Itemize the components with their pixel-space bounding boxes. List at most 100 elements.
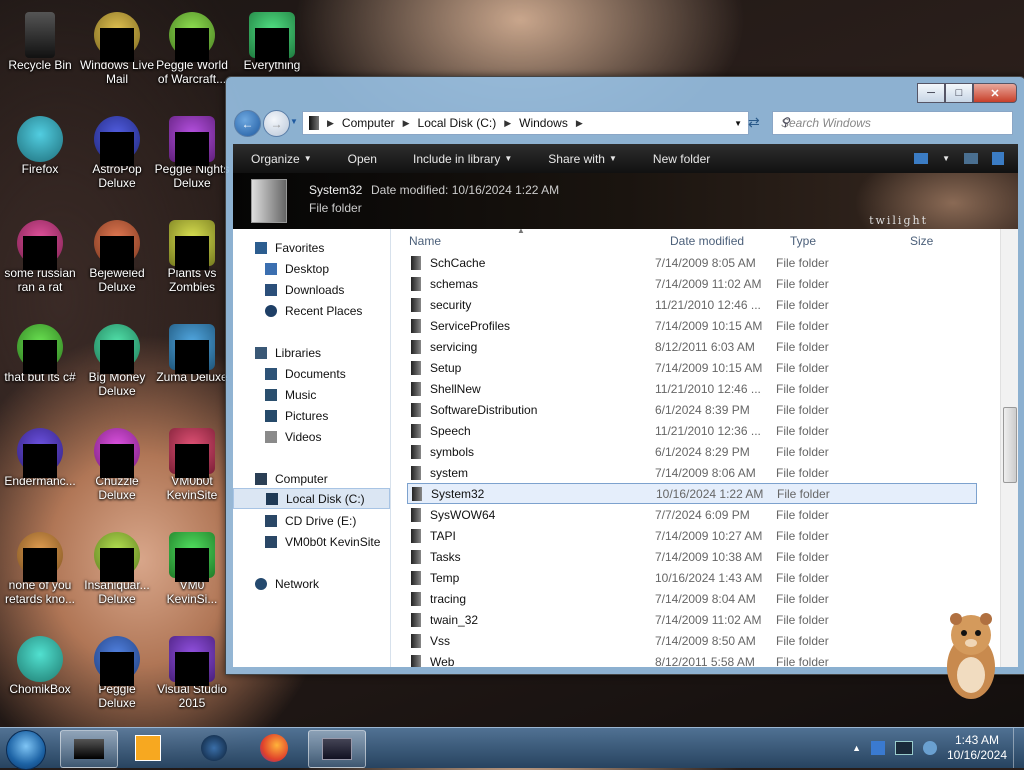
file-row[interactable]: Setup 7/14/2009 10:15 AM File folder <box>407 357 977 378</box>
file-row[interactable]: twain_32 7/14/2009 11:02 AM File folder <box>407 609 977 630</box>
desktop-icon-16[interactable]: none of you retards kno... <box>0 526 80 626</box>
file-row[interactable]: symbols 6/1/2024 8:29 PM File folder <box>407 441 977 462</box>
file-row[interactable]: Speech 11/21/2010 12:36 ... File folder <box>407 420 977 441</box>
bluetooth-icon[interactable] <box>871 741 885 755</box>
preview-pane-icon[interactable] <box>964 153 978 164</box>
file-row[interactable]: schemas 7/14/2009 11:02 AM File folder <box>407 273 977 294</box>
file-row[interactable]: SoftwareDistribution 6/1/2024 8:39 PM File… <box>407 399 977 420</box>
breadcrumb-separator-icon[interactable]: ▶ <box>403 118 410 129</box>
open-button[interactable]: Open <box>330 152 395 166</box>
desktop-icon-17[interactable]: Insaniquar... Deluxe <box>77 526 157 626</box>
scrollbar-thumb[interactable] <box>1003 407 1017 483</box>
show-hidden-icons-icon[interactable]: ▲ <box>852 743 861 753</box>
desktop-icon-19[interactable]: ChomikBox <box>0 630 80 730</box>
breadcrumb-local-disk[interactable]: Local Disk (C:) <box>418 116 497 130</box>
close-button[interactable]: ✕ <box>973 83 1017 103</box>
file-row[interactable]: SysWOW64 7/7/2024 6:09 PM File folder <box>407 504 977 525</box>
column-name[interactable]: Name <box>409 234 441 248</box>
share-with-button[interactable]: Share with ▼ <box>530 152 635 166</box>
search-icon[interactable]: ⚲ <box>781 115 1006 129</box>
vertical-scrollbar[interactable] <box>1000 229 1018 667</box>
include-in-library-button[interactable]: Include in library ▼ <box>395 152 530 166</box>
breadcrumb-separator-icon[interactable]: ▶ <box>327 118 334 129</box>
chevron-down-icon[interactable]: ▼ <box>942 154 950 163</box>
file-row[interactable]: Web 8/12/2011 5:58 AM File folder <box>407 651 977 667</box>
taskbar-globe-button[interactable] <box>186 730 242 766</box>
show-desktop-button[interactable] <box>1013 728 1024 768</box>
desktop-icon-10[interactable]: that but its c# <box>0 318 80 418</box>
desktop-icon-9[interactable]: Plants vs Zombies <box>152 214 232 314</box>
file-row[interactable]: TAPI 7/14/2009 10:27 AM File folder <box>407 525 977 546</box>
column-type[interactable]: Type <box>790 234 816 248</box>
help-icon[interactable] <box>992 152 1004 165</box>
desktop-icon-4[interactable]: Firefox <box>0 110 80 210</box>
recent-pages-dropdown[interactable]: ▼ <box>290 117 298 126</box>
file-row[interactable]: tracing 7/14/2009 8:04 AM File folder <box>407 588 977 609</box>
view-options-icon[interactable] <box>914 153 929 164</box>
desktop-icon-1[interactable]: Windows Live Mail <box>77 6 157 106</box>
file-row[interactable]: SchCache 7/14/2009 8:05 AM File folder <box>407 252 977 273</box>
file-row[interactable]: security 11/21/2010 12:46 ... File folder <box>407 294 977 315</box>
file-row[interactable]: Vss 7/14/2009 8:50 AM File folder <box>407 630 977 651</box>
search-input[interactable]: Search Windows ⚲ <box>772 111 1013 135</box>
breadcrumb-separator-icon[interactable]: ▶ <box>576 118 583 129</box>
breadcrumb-separator-icon[interactable]: ▶ <box>504 118 511 129</box>
file-row[interactable]: system 7/14/2009 8:06 AM File folder <box>407 462 977 483</box>
desktop-icon-12[interactable]: Zuma Deluxe <box>152 318 232 418</box>
nav-favorites[interactable]: Favorites <box>255 237 412 258</box>
desktop-icon-21[interactable]: Visual Studio 2015 <box>152 630 232 730</box>
address-dropdown-icon[interactable]: ▼ <box>734 119 742 128</box>
file-row[interactable]: Tasks 7/14/2009 10:38 AM File folder <box>407 546 977 567</box>
new-folder-button[interactable]: New folder <box>635 152 728 166</box>
file-name: SchCache <box>430 255 486 270</box>
taskbar-firefox-button[interactable] <box>246 730 302 766</box>
column-size[interactable]: Size <box>910 234 933 248</box>
breadcrumb-windows[interactable]: Windows <box>519 116 568 130</box>
desktop-icon-2[interactable]: Peggle World of Warcraft... <box>152 6 232 106</box>
desktop-icon-20[interactable]: Peggle Deluxe <box>77 630 157 730</box>
start-button[interactable] <box>6 730 46 770</box>
desktop-icon-11[interactable]: Big Money Deluxe <box>77 318 157 418</box>
file-row[interactable]: ServiceProfiles 7/14/2009 10:15 AM File fo… <box>407 315 977 336</box>
network-tray-icon[interactable] <box>895 741 913 755</box>
desktop-icon-15[interactable]: VM0b0t KevinSite <box>152 422 232 522</box>
hamster-gadget[interactable] <box>938 605 1004 705</box>
desktop-icon-label: Insaniquar... Deluxe <box>84 578 150 606</box>
file-row[interactable]: Temp 10/16/2024 1:43 AM File folder <box>407 567 977 588</box>
taskbar-window-button[interactable] <box>308 730 366 768</box>
volume-icon[interactable] <box>923 741 937 755</box>
file-row[interactable]: ShellNew 11/21/2010 12:46 ... File folder <box>407 378 977 399</box>
desktop-icon-0[interactable]: Recycle Bin <box>0 6 80 106</box>
desktop-icon-13[interactable]: Endermanc... <box>0 422 80 522</box>
organize-button[interactable]: Organize ▼ <box>233 152 330 166</box>
redaction-block <box>100 444 134 478</box>
nav-libraries[interactable]: Libraries <box>255 342 412 363</box>
nav-network[interactable]: Network <box>255 573 412 594</box>
breadcrumb-computer[interactable]: Computer <box>342 116 395 130</box>
desktop-icon-14[interactable]: Chuzzle Deluxe <box>77 422 157 522</box>
back-button[interactable]: ← <box>234 110 261 137</box>
desktop-icon-8[interactable]: Bejeweled Deluxe <box>77 214 157 314</box>
clock[interactable]: 1:43 AM 10/16/2024 <box>941 733 1013 763</box>
firefox-icon <box>260 734 288 762</box>
taskbar-media-player-button[interactable] <box>120 730 176 766</box>
taskbar-explorer-button[interactable] <box>60 730 118 768</box>
network-icon <box>255 577 267 590</box>
refresh-icon[interactable]: ⇄ <box>748 114 760 131</box>
maximize-button[interactable]: □ <box>945 83 973 103</box>
file-row[interactable]: System32 10/16/2024 1:22 AM File folder <box>407 483 977 504</box>
desktop-icon-5[interactable]: AstroPop Deluxe <box>77 110 157 210</box>
column-date-modified[interactable]: Date modified <box>670 234 744 248</box>
nav-local-disk[interactable]: Local Disk (C:) <box>233 488 390 509</box>
minimize-button[interactable]: ─ <box>917 83 945 103</box>
desktop-icon-18[interactable]: VM0 KevinSi... <box>152 526 232 626</box>
desktop-icon-7[interactable]: some russian ran a rat <box>0 214 80 314</box>
file-row[interactable]: servicing 8/12/2011 6:03 AM File folder <box>407 336 977 357</box>
desktop-icon-label: none of you retards kno... <box>4 578 76 606</box>
details-modified: Date modified: 10/16/2024 1:22 AM <box>371 183 559 197</box>
file-name: servicing <box>430 339 478 354</box>
desktop-icon-6[interactable]: Peggle Nights Deluxe <box>152 110 232 210</box>
nav-computer[interactable]: Computer <box>255 468 412 489</box>
forward-button[interactable]: → <box>263 110 290 137</box>
breadcrumb[interactable]: ▶ Computer ▶ Local Disk (C:) ▶ Windows ▶… <box>302 111 749 135</box>
